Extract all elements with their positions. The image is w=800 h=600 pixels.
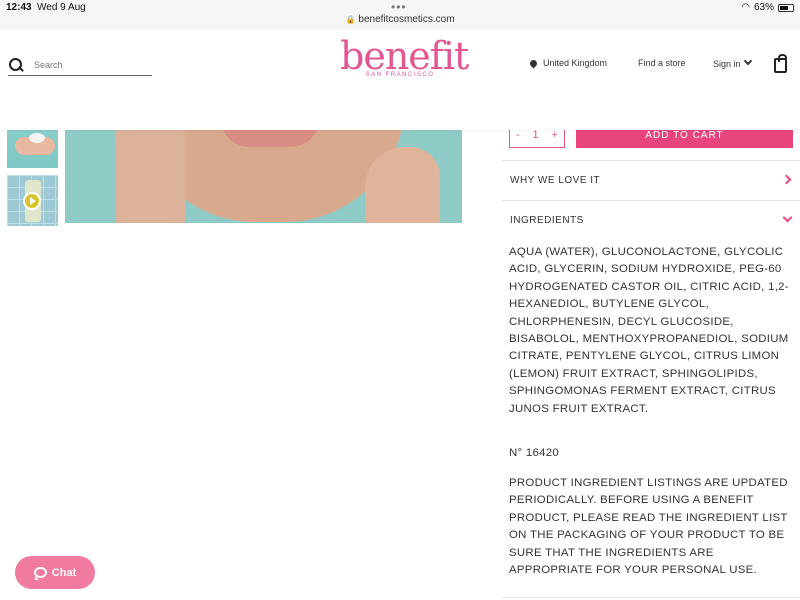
chat-button[interactable]: Chat (15, 556, 95, 589)
multitask-dots-icon[interactable]: ••• (391, 0, 407, 14)
video-thumbnail[interactable] (7, 175, 58, 226)
battery-icon (778, 3, 794, 12)
foam-image (29, 133, 45, 143)
play-icon[interactable] (23, 192, 41, 210)
accordion-ingredients[interactable]: INGREDIENTS (502, 200, 800, 240)
accordion-label: WHY WE LOVE IT (510, 175, 601, 186)
chevron-down-icon (782, 212, 793, 223)
lock-icon: 🔒 (345, 15, 356, 24)
chevron-down-icon (743, 56, 752, 66)
chat-label: Chat (51, 566, 77, 579)
right-hand-image (365, 147, 440, 223)
quantity-value: 1 (532, 129, 539, 141)
battery-fill (780, 5, 788, 10)
decrement-button[interactable]: - (516, 129, 520, 141)
ingredients-list: AQUA (WATER), GLUCONOLACTONE, GLYCOLIC A… (509, 246, 789, 415)
product-hero-image (65, 117, 462, 223)
search-icon[interactable] (8, 57, 24, 73)
search-bar[interactable] (8, 54, 152, 76)
status-bar: 12:43 Wed 9 Aug ••• 🔒 benefitcosmetics.co… (0, 0, 800, 30)
sign-in-label: Sign in (713, 59, 741, 69)
shopping-bag-icon[interactable] (774, 54, 787, 73)
logo-wordmark: benefit (340, 34, 469, 78)
wifi-icon: ◠ (741, 2, 750, 13)
url-text: benefitcosmetics.com (358, 14, 455, 25)
battery-percent: 63% (753, 2, 774, 13)
country-selector[interactable]: United Kingdom (528, 58, 608, 69)
product-number: N° 16420 (509, 447, 560, 459)
ingredients-disclaimer: PRODUCT INGREDIENT LISTINGS ARE UPDATED … (509, 477, 788, 577)
chat-bubble-icon (33, 567, 47, 578)
site-header: benefit SAN FRANCISCO United Kingdom Fin… (0, 30, 800, 130)
find-store-link[interactable]: Find a store (638, 58, 686, 68)
location-pin-icon (528, 58, 539, 69)
search-input[interactable] (34, 59, 144, 70)
clock: 12:43 (6, 2, 32, 13)
accordion-why-we-love-it[interactable]: WHY WE LOVE IT (502, 160, 800, 200)
system-indicators: ◠ 63% (741, 2, 794, 13)
accordion-label: INGREDIENTS (510, 215, 584, 226)
divider (502, 597, 800, 598)
date: Wed 9 Aug (37, 2, 86, 13)
address-bar[interactable]: 🔒 benefitcosmetics.com (0, 14, 800, 25)
country-label: United Kingdom (543, 58, 608, 68)
increment-button[interactable]: + (552, 129, 558, 141)
chevron-right-icon (781, 174, 792, 185)
sign-in-menu[interactable]: Sign in (713, 56, 752, 69)
brand-logo[interactable]: benefit SAN FRANCISCO (340, 34, 469, 78)
left-hand-image (115, 117, 185, 223)
